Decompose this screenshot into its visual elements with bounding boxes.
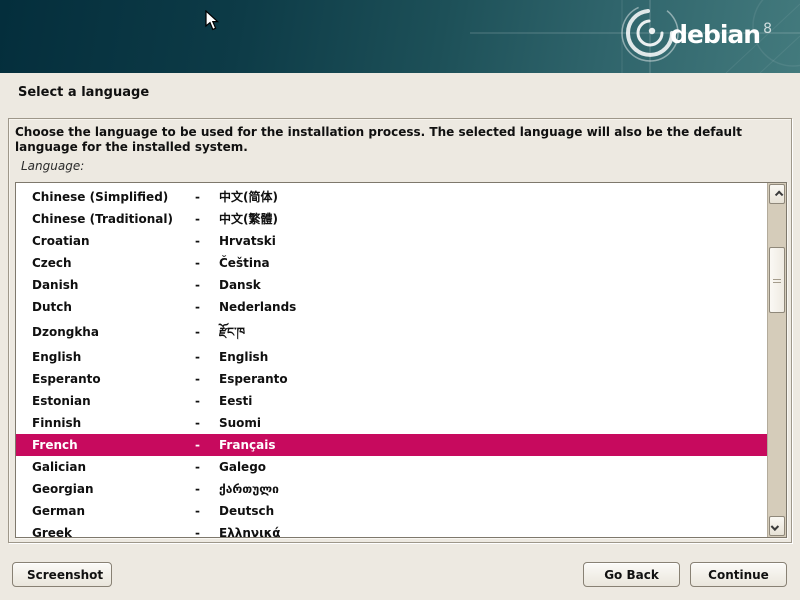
language-row[interactable]: Dutch-Nederlands [16, 296, 767, 318]
language-english-name: Dutch [32, 296, 195, 318]
language-english-name: Galician [32, 456, 195, 478]
brand-name: debian [670, 20, 760, 49]
language-row[interactable]: Chinese (Traditional)-中文(繁體) [16, 208, 767, 230]
language-separator: - [195, 434, 219, 456]
language-english-name: Georgian [32, 478, 195, 500]
language-native-name: Ελληνικά [219, 522, 767, 537]
language-separator: - [195, 390, 219, 412]
language-native-name: English [219, 346, 767, 368]
language-row[interactable]: Czech-Čeština [16, 252, 767, 274]
language-english-name: Czech [32, 252, 195, 274]
scroll-down-button[interactable] [769, 516, 785, 536]
language-english-name: Esperanto [32, 368, 195, 390]
debian-wordmark: debian 8 [670, 20, 772, 49]
language-separator: - [195, 500, 219, 522]
language-separator: - [195, 318, 219, 346]
language-separator: - [195, 412, 219, 434]
language-row[interactable]: Finnish-Suomi [16, 412, 767, 434]
language-row[interactable]: Galician-Galego [16, 456, 767, 478]
chevron-up-icon [775, 190, 783, 198]
language-separator: - [195, 522, 219, 537]
language-separator: - [195, 208, 219, 230]
language-listbox[interactable]: Chinese (Simplified)-中文(简体)Chinese (Trad… [15, 182, 787, 538]
language-english-name: English [32, 346, 195, 368]
go-back-button[interactable]: Go Back [583, 562, 680, 587]
language-separator: - [195, 346, 219, 368]
language-native-name: Čeština [219, 252, 767, 274]
language-native-name: Esperanto [219, 368, 767, 390]
vertical-scrollbar[interactable] [767, 183, 786, 537]
language-row[interactable]: Esperanto-Esperanto [16, 368, 767, 390]
language-native-name: 中文(简体) [219, 186, 767, 208]
language-native-name: Français [219, 434, 767, 456]
screenshot-button[interactable]: Screenshot [12, 562, 112, 587]
language-english-name: Estonian [32, 390, 195, 412]
language-separator: - [195, 368, 219, 390]
language-row[interactable]: Dzongkha-རྫོང་ཁ [16, 318, 767, 346]
language-native-name: Galego [219, 456, 767, 478]
language-english-name: Chinese (Simplified) [32, 186, 195, 208]
language-english-name: Greek [32, 522, 195, 537]
page-title: Select a language [18, 85, 149, 100]
language-separator: - [195, 478, 219, 500]
language-english-name: Danish [32, 274, 195, 296]
language-english-name: French [32, 434, 195, 456]
language-english-name: Dzongkha [32, 318, 195, 346]
language-separator: - [195, 252, 219, 274]
language-separator: - [195, 456, 219, 478]
instruction-text: Choose the language to be used for the i… [15, 125, 781, 155]
language-row[interactable]: Greek-Ελληνικά [16, 522, 767, 537]
language-english-name: German [32, 500, 195, 522]
language-row[interactable]: French-Français [16, 434, 767, 456]
language-native-name: རྫོང་ཁ [219, 318, 767, 346]
chevron-down-icon [771, 522, 779, 530]
language-separator: - [195, 296, 219, 318]
language-native-name: Suomi [219, 412, 767, 434]
language-english-name: Chinese (Traditional) [32, 208, 195, 230]
language-row[interactable]: Croatian-Hrvatski [16, 230, 767, 252]
language-native-name: ქართული [219, 478, 767, 500]
language-native-name: Deutsch [219, 500, 767, 522]
language-english-name: Finnish [32, 412, 195, 434]
language-row[interactable]: Estonian-Eesti [16, 390, 767, 412]
content-frame: Choose the language to be used for the i… [8, 118, 792, 543]
language-row[interactable]: Georgian-ქართული [16, 478, 767, 500]
language-native-name: 中文(繁體) [219, 208, 767, 230]
language-row[interactable]: German-Deutsch [16, 500, 767, 522]
language-separator: - [195, 230, 219, 252]
brand-version: 8 [763, 21, 772, 37]
scrollbar-grip [773, 277, 781, 283]
mouse-cursor [205, 10, 219, 31]
language-native-name: Dansk [219, 274, 767, 296]
language-row[interactable]: Chinese (Simplified)-中文(简体) [16, 186, 767, 208]
scroll-up-button[interactable] [769, 184, 785, 204]
continue-button[interactable]: Continue [690, 562, 787, 587]
language-row[interactable]: Danish-Dansk [16, 274, 767, 296]
language-english-name: Croatian [32, 230, 195, 252]
language-separator: - [195, 186, 219, 208]
language-field-label: Language: [21, 159, 84, 173]
language-row[interactable]: English-English [16, 346, 767, 368]
language-list: Chinese (Simplified)-中文(简体)Chinese (Trad… [16, 183, 767, 537]
scrollbar-thumb[interactable] [769, 247, 785, 313]
language-separator: - [195, 274, 219, 296]
language-native-name: Hrvatski [219, 230, 767, 252]
language-native-name: Nederlands [219, 296, 767, 318]
language-native-name: Eesti [219, 390, 767, 412]
installer-banner: debian 8 [0, 0, 800, 73]
